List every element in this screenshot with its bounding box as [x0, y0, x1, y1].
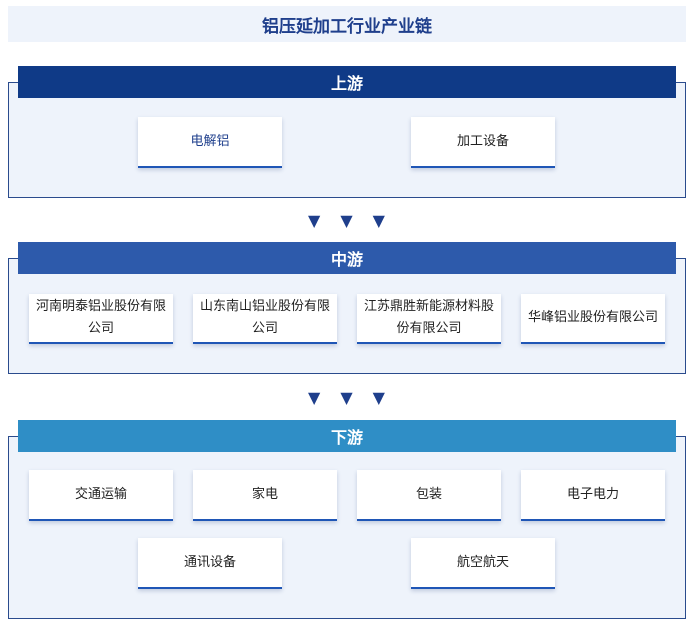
- downstream-card: 包装: [357, 470, 501, 521]
- upstream-section: [8, 82, 686, 198]
- down-arrow-icon: ▼: [308, 388, 321, 407]
- midstream-card: 山东南山铝业股份有限公司: [193, 294, 337, 344]
- flow-arrows: ▼ ▼ ▼: [0, 388, 693, 408]
- downstream-card: 通讯设备: [138, 538, 282, 589]
- downstream-card: 交通运输: [29, 470, 173, 521]
- page-title: 铝压延加工行业产业链: [8, 6, 686, 42]
- upstream-card: 加工设备: [411, 117, 555, 168]
- downstream-card: 家电: [193, 470, 337, 521]
- downstream-card: 电子电力: [521, 470, 665, 521]
- midstream-header: 中游: [18, 242, 676, 274]
- downstream-card: 航空航天: [411, 538, 555, 589]
- downstream-header: 下游: [18, 420, 676, 452]
- midstream-card: 江苏鼎胜新能源材料股份有限公司: [357, 294, 501, 344]
- upstream-header: 上游: [18, 66, 676, 98]
- down-arrow-icon: ▼: [372, 211, 385, 230]
- down-arrow-icon: ▼: [340, 211, 353, 230]
- flow-arrows: ▼ ▼ ▼: [0, 211, 693, 231]
- upstream-card: 电解铝: [138, 117, 282, 168]
- midstream-card: 河南明泰铝业股份有限公司: [29, 294, 173, 344]
- midstream-card: 华峰铝业股份有限公司: [521, 294, 665, 344]
- downstream-section: [8, 436, 686, 619]
- down-arrow-icon: ▼: [372, 388, 385, 407]
- down-arrow-icon: ▼: [340, 388, 353, 407]
- down-arrow-icon: ▼: [308, 211, 321, 230]
